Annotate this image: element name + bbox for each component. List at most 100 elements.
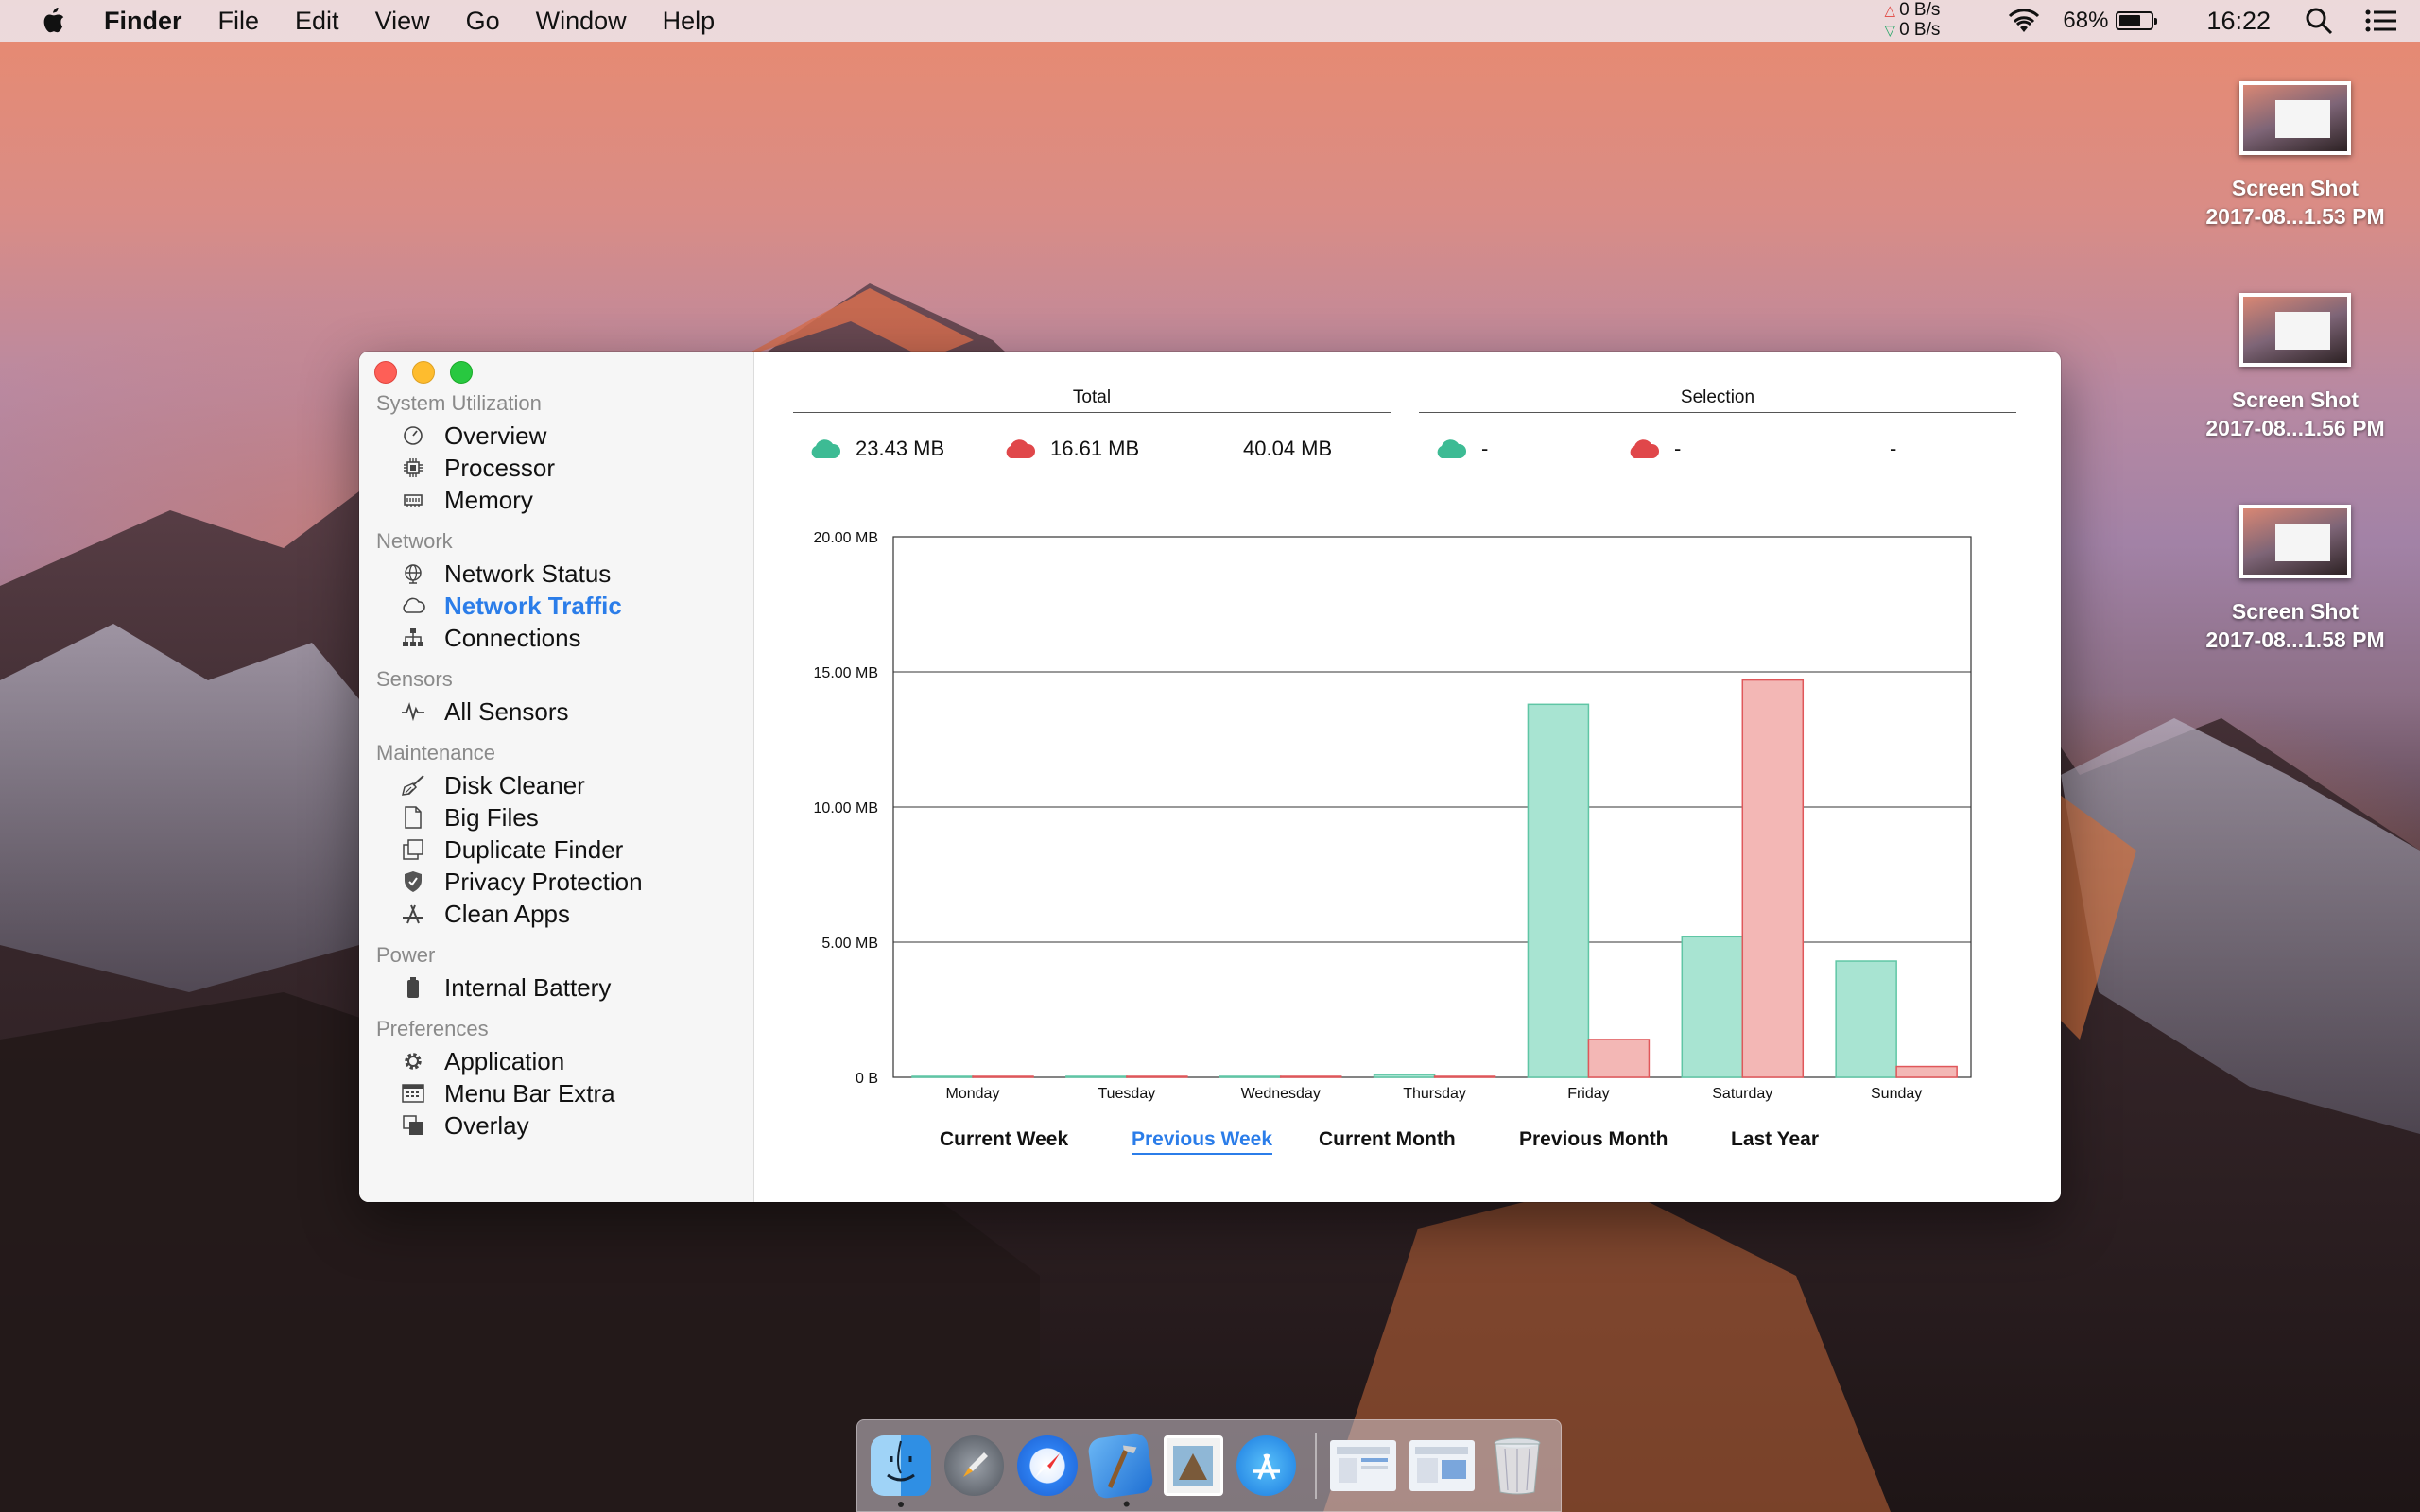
y-tick-label: 15.00 MB [814,665,878,681]
sidebar-item-all-sensors[interactable]: All Sensors [376,696,753,728]
desktop-file-screenshot[interactable]: Screen Shot 2017-08...1.56 PM [2191,293,2399,442]
sidebar-item-network-traffic[interactable]: Network Traffic [376,590,753,622]
sidebar-item-overlay[interactable]: Overlay [376,1109,753,1142]
broom-icon [401,773,425,798]
spotlight-search-icon[interactable] [2305,7,2333,35]
sidebar-item-label: Clean Apps [444,899,570,928]
app-store-icon [401,902,425,926]
network-speed-extra[interactable]: 0 B/s 0 B/s [1885,1,1940,41]
sidebar-item-disk-cleaner[interactable]: Disk Cleaner [376,769,753,801]
total-upload-value: 16.61 MB [1050,437,1140,460]
minimize-window-button[interactable] [412,361,435,384]
wifi-icon[interactable] [2006,8,2042,34]
tab-current-week[interactable]: Current Week [940,1128,1068,1151]
zoom-window-button[interactable] [450,361,473,384]
traffic-bar-chart[interactable]: 0 B 5.00 MB 10.00 MB 15.00 MB 20.00 MB Monday… [755,503,2060,1108]
sidebar-section-title: Sensors [376,667,453,691]
sidebar-item-internal-battery[interactable]: Internal Battery [376,971,753,1004]
battery-icon [2116,11,2158,30]
safari-icon[interactable] [1017,1435,1078,1496]
preview-icon[interactable] [1163,1435,1224,1496]
x-tick-label: Sunday [1871,1086,1922,1102]
upload-speed: 0 B/s [1885,1,1940,21]
notification-center-icon[interactable] [2365,9,2397,33]
sidebar-item-label: All Sensors [444,696,569,726]
menu-go[interactable]: Go [466,7,500,36]
y-tick-label: 5.00 MB [821,936,878,952]
tab-current-month[interactable]: Current Month [1319,1128,1456,1151]
battery-status[interactable]: 68% [2063,8,2158,34]
sidebar-item-big-files[interactable]: Big Files [376,801,753,833]
x-tick-label: Thursday [1403,1086,1466,1102]
x-tick-label: Saturday [1712,1086,1772,1102]
bar-upload-tuesday [1126,1075,1188,1078]
sidebar-item-label: Duplicate Finder [444,834,624,864]
sidebar-item-label: Internal Battery [444,972,612,1002]
close-window-button[interactable] [374,361,397,384]
sidebar: System Utilization Overview Processor Me… [359,352,754,1202]
screenshot-thumbnail [2239,293,2351,367]
sidebar-item-processor[interactable]: Processor [376,452,753,484]
duplicate-icon [401,837,425,862]
selection-sum-value: - [1890,437,1897,460]
apple-menu-icon[interactable] [40,7,66,35]
bar-upload-saturday [1741,679,1805,1078]
cpu-icon [401,455,425,480]
shield-icon [401,869,425,894]
menu-window[interactable]: Window [536,7,627,36]
cloud-icon [401,593,425,618]
sidebar-item-label: Processor [444,453,556,482]
sidebar-item-privacy-protection[interactable]: Privacy Protection [376,866,753,898]
file-name-line1: Screen Shot [2231,387,2360,412]
sidebar-item-menu-bar-extra[interactable]: Menu Bar Extra [376,1077,753,1109]
menu-edit[interactable]: Edit [295,7,339,36]
screenshot-thumbnail [2239,505,2351,578]
sidebar-item-network-status[interactable]: Network Status [376,558,753,590]
document-icon[interactable] [1330,1440,1396,1491]
sidebar-item-application[interactable]: Application [376,1045,753,1077]
period-tabs: Current Week Previous Week Current Month… [755,1128,2061,1157]
x-tick-label: Wednesday [1241,1086,1321,1102]
clock[interactable]: 16:22 [2206,7,2271,36]
battery-icon [401,975,425,1000]
menu-app-name[interactable]: Finder [104,7,182,36]
selection-upload-stat: - [1627,437,1681,461]
sidebar-section-title: Maintenance [376,741,495,765]
sidebar-section-title: Preferences [376,1017,489,1040]
tab-last-year[interactable]: Last Year [1731,1128,1819,1151]
finder-icon[interactable] [871,1435,931,1507]
sidebar-item-label: Network Traffic [444,591,622,620]
menu-bar: Finder File Edit View Go Window Help 0 B… [0,0,2420,42]
app-window: System Utilization Overview Processor Me… [359,352,2061,1202]
dock-separator [1315,1433,1318,1499]
menu-help[interactable]: Help [663,7,716,36]
sidebar-item-memory[interactable]: Memory [376,484,753,516]
sidebar-item-clean-apps[interactable]: Clean Apps [376,898,753,930]
launchpad-icon[interactable] [944,1435,1005,1496]
total-header: Total [793,387,1391,413]
trash-icon[interactable] [1488,1435,1547,1496]
desktop-file-screenshot[interactable]: Screen Shot 2017-08...1.53 PM [2191,81,2399,231]
sidebar-item-overview[interactable]: Overview [376,420,753,452]
dock [856,1419,1562,1512]
sidebar-item-duplicate-finder[interactable]: Duplicate Finder [376,833,753,866]
sidebar-item-label: Privacy Protection [444,867,643,896]
xcode-icon[interactable] [1086,1431,1154,1507]
pulse-icon [401,699,425,724]
menu-view[interactable]: View [375,7,430,36]
file-name-line2: 2017-08...1.56 PM [2205,416,2385,440]
menu-file[interactable]: File [218,7,260,36]
sidebar-item-connections[interactable]: Connections [376,622,753,654]
tab-previous-week[interactable]: Previous Week [1132,1128,1273,1155]
upload-cloud-icon [1006,439,1036,458]
desktop-file-screenshot[interactable]: Screen Shot 2017-08...1.58 PM [2191,505,2399,654]
total-upload-stat: 16.61 MB [1003,437,1139,461]
tab-previous-month[interactable]: Previous Month [1519,1128,1668,1151]
file-icon [401,805,425,830]
sidebar-section-title: Network [376,529,453,553]
sidebar-item-label: Menu Bar Extra [444,1078,615,1108]
document-icon[interactable] [1409,1440,1475,1491]
sidebar-section-title: Power [376,943,436,967]
battery-percent: 68% [2063,8,2109,33]
app-store-icon[interactable] [1236,1435,1297,1496]
